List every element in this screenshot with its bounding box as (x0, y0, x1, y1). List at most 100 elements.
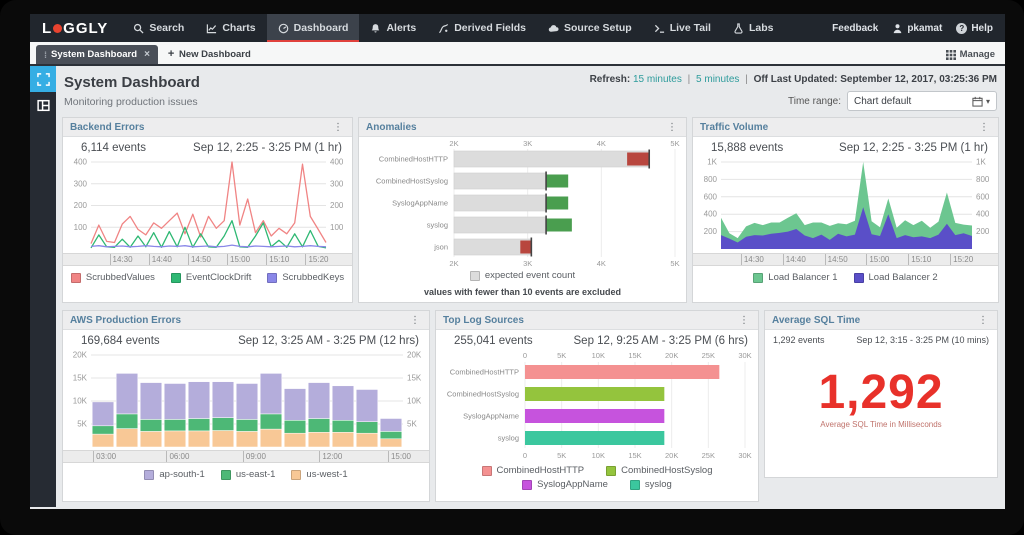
help-menu[interactable]: ? Help (956, 23, 993, 34)
legend-label: Load Balancer 2 (869, 272, 938, 283)
legend-swatch (606, 466, 616, 476)
panel-menu-icon[interactable]: ⋮ (408, 315, 422, 326)
x-axis-tick: 15:00 (866, 254, 889, 265)
nav-item-alerts[interactable]: Alerts (359, 14, 427, 42)
svg-text:5K: 5K (407, 420, 417, 429)
date-range: Sep 12, 2:25 - 3:25 PM (1 hr) (839, 142, 988, 154)
close-tab-icon[interactable]: × (144, 49, 150, 60)
svg-text:2K: 2K (449, 259, 458, 268)
legend-item[interactable]: us-east-1 (221, 469, 276, 480)
legend-swatch (71, 273, 81, 283)
legend-item[interactable]: CombinedHostHTTP (482, 465, 585, 476)
username-label: pkamat (907, 23, 942, 34)
nav-item-derived-fields[interactable]: Derived Fields (427, 14, 537, 42)
calendar-icon (972, 96, 983, 107)
x-axis-tick: 09:00 (243, 451, 266, 462)
legend-item[interactable]: expected event count (470, 270, 575, 281)
legend-item[interactable]: CombinedHostSyslog (606, 465, 712, 476)
svg-text:syslog: syslog (498, 434, 519, 443)
svg-text:5K: 5K (557, 451, 566, 459)
panel-menu-icon[interactable]: ⋮ (977, 122, 991, 133)
svg-text:25K: 25K (702, 451, 715, 459)
page-title: System Dashboard (64, 74, 200, 91)
time-range-select[interactable]: Chart default ▾ (847, 91, 997, 111)
loggly-logo[interactable]: L GGLY (30, 14, 122, 42)
svg-text:200: 200 (74, 201, 88, 210)
legend-item[interactable]: syslog (630, 479, 672, 490)
fullscreen-button[interactable] (30, 66, 56, 92)
x-axis-strip[interactable]: 03:0006:0009:0012:0015:00 (63, 450, 429, 463)
legend-label: us-west-1 (306, 469, 347, 480)
nav-item-search[interactable]: Search (122, 14, 195, 42)
date-range: Sep 12, 9:25 AM - 3:25 PM (6 hrs) (574, 335, 749, 347)
tab-system-dashboard[interactable]: ⁞ System Dashboard × (36, 45, 158, 64)
derived-fields-icon (438, 23, 449, 34)
x-axis-tick: 14:50 (188, 254, 211, 265)
tab-label: System Dashboard (51, 49, 137, 60)
svg-text:2K: 2K (449, 139, 458, 148)
panel-menu-icon[interactable]: ⋮ (331, 122, 345, 133)
svg-text:600: 600 (704, 192, 718, 201)
legend-swatch (267, 273, 277, 283)
separator: | (745, 74, 748, 85)
nav-item-charts[interactable]: Charts (195, 14, 266, 42)
svg-text:5K: 5K (670, 259, 679, 268)
legend-item[interactable]: Load Balancer 1 (753, 272, 837, 283)
left-sidebar (30, 66, 56, 507)
panel-menu-icon[interactable]: ⋮ (737, 315, 751, 326)
legend-item[interactable]: EventClockDrift (171, 272, 251, 283)
time-range-row: Time range: Chart default ▾ (590, 91, 997, 111)
panel-menu-icon[interactable]: ⋮ (665, 122, 679, 133)
window-frame: L GGLY Search Charts DashboardAlertsDerive… (0, 0, 1024, 535)
nav-item-dashboard[interactable]: Dashboard (267, 14, 360, 42)
legend-item[interactable]: ScrubbedKeys (267, 272, 344, 283)
new-dashboard-button[interactable]: + New Dashboard (168, 48, 251, 60)
svg-text:15K: 15K (628, 351, 641, 360)
refresh-5-link[interactable]: 5 minutes (696, 74, 739, 85)
legend-item[interactable]: ScrubbedValues (71, 272, 155, 283)
nav-item-label: Charts (222, 22, 255, 34)
refresh-label: Refresh: (590, 74, 631, 85)
layout-button[interactable] (30, 92, 56, 118)
panel-title: Anomalies (366, 122, 665, 133)
date-range: Sep 12, 2:25 - 3:25 PM (1 hr) (193, 142, 342, 154)
dashboard-content: System Dashboard Monitoring production i… (56, 66, 1005, 507)
nav-item-label: Search (149, 22, 184, 34)
legend-item[interactable]: us-west-1 (291, 469, 347, 480)
search-icon (133, 23, 144, 34)
x-axis-tick: 15:00 (227, 254, 250, 265)
legend-swatch (522, 480, 532, 490)
legend-item[interactable]: SyslogAppName (522, 479, 608, 490)
x-axis-tick: 15:20 (950, 254, 973, 265)
svg-text:15K: 15K (407, 374, 422, 383)
legend-item[interactable]: Load Balancer 2 (854, 272, 938, 283)
grid-icon (946, 50, 956, 60)
manage-label: Manage (960, 49, 995, 60)
single-value-caption: Average SQL Time in Milliseconds (765, 420, 997, 429)
legend-item[interactable]: ap-south-1 (144, 469, 204, 480)
manage-button[interactable]: Manage (946, 49, 995, 60)
traffic-volume-chart: 2002004004006006008008001K1K (694, 156, 999, 252)
refresh-15-link[interactable]: 15 minutes (633, 74, 682, 85)
panel-grid: Backend Errors⋮ 6,114 eventsSep 12, 2:25… (62, 117, 999, 502)
x-axis-tick: 14:30 (741, 254, 764, 265)
drag-handle-icon[interactable]: ⁞ (44, 50, 46, 60)
panel-backend-errors: Backend Errors⋮ 6,114 eventsSep 12, 2:25… (62, 117, 353, 303)
x-axis-strip[interactable]: 14:3014:4014:5015:0015:1015:20 (693, 253, 998, 266)
refresh-off-toggle[interactable]: Off (754, 74, 768, 85)
panel-title: Average SQL Time (772, 315, 976, 326)
svg-text:600: 600 (976, 192, 990, 201)
nav-item-source-setup[interactable]: Source Setup (537, 14, 643, 42)
user-menu[interactable]: pkamat (892, 23, 942, 34)
x-axis-tick: 06:00 (166, 451, 189, 462)
x-axis-strip[interactable]: 14:3014:4014:5015:0015:1015:20 (63, 253, 352, 266)
feedback-link[interactable]: Feedback (832, 23, 878, 34)
svg-text:200: 200 (704, 227, 718, 236)
nav-item-live-tail[interactable]: Live Tail (643, 14, 722, 42)
nav-item-labs[interactable]: Labs (722, 14, 785, 42)
separator: | (688, 74, 691, 85)
panel-anomalies: Anomalies⋮ 2K2K3K3K4K4K5K5KCombinedHostH… (358, 117, 687, 303)
charts-icon (206, 23, 217, 34)
legend-label: us-east-1 (236, 469, 276, 480)
panel-menu-icon[interactable]: ⋮ (976, 315, 990, 326)
